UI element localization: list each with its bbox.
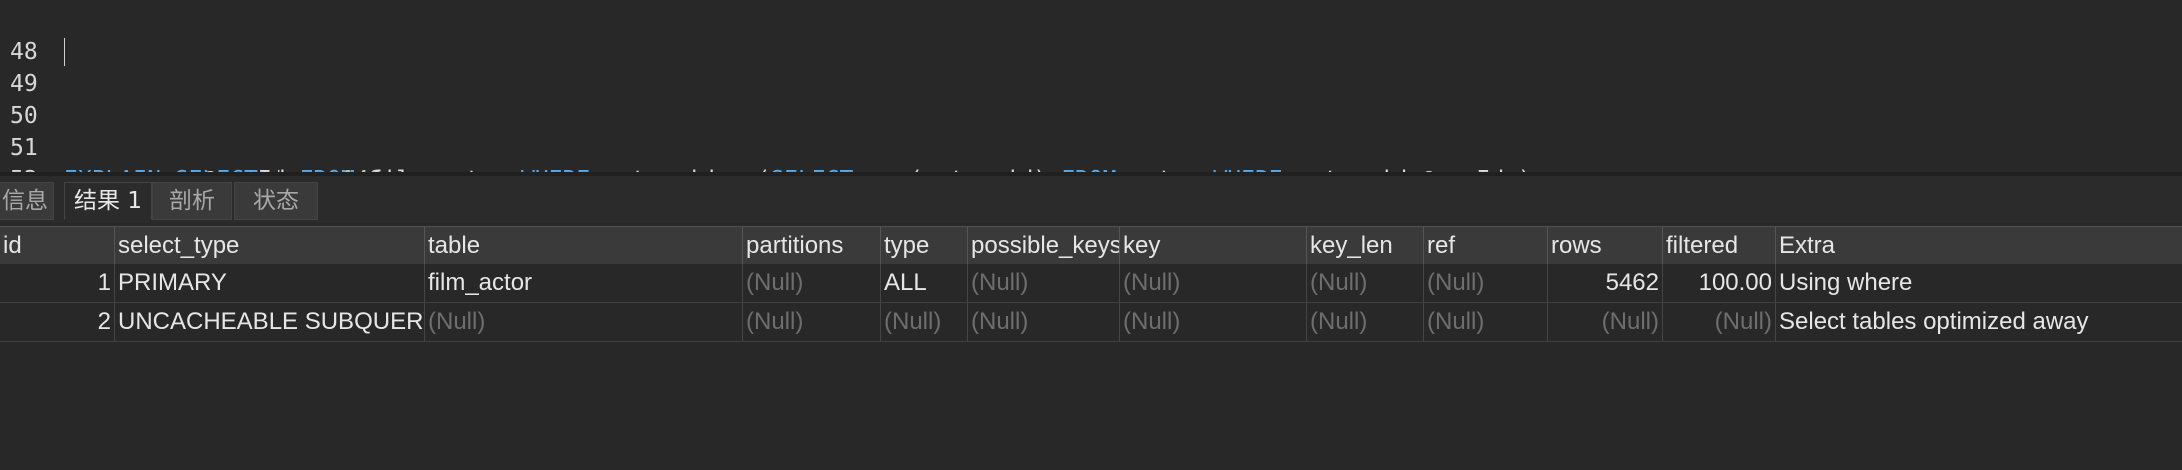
column-header[interactable]: key bbox=[1120, 227, 1307, 265]
cell-ref[interactable]: (Null) bbox=[1424, 303, 1548, 341]
cell-possible-keys[interactable]: (Null) bbox=[968, 264, 1120, 302]
cell-key[interactable]: (Null) bbox=[1120, 303, 1307, 341]
sql-editor[interactable]: 48 49 50 set @maxId := 140; 51 EXPLAIN S… bbox=[0, 0, 2182, 193]
column-header[interactable]: table bbox=[425, 227, 743, 265]
cell-type[interactable]: (Null) bbox=[881, 303, 968, 341]
cell-id[interactable]: 2 bbox=[0, 303, 115, 341]
column-header[interactable]: ref bbox=[1424, 227, 1548, 265]
editor-line: 50 set @maxId := 140; bbox=[0, 68, 2182, 193]
column-header[interactable]: Extra bbox=[1776, 227, 2182, 265]
result-tab-bar: 信息 结果 1 剖析 状态 bbox=[0, 172, 2182, 223]
cell-key-len[interactable]: (Null) bbox=[1307, 264, 1424, 302]
column-header[interactable]: id bbox=[0, 227, 115, 265]
cell-partitions[interactable]: (Null) bbox=[743, 264, 881, 302]
cell-partitions[interactable]: (Null) bbox=[743, 303, 881, 341]
cell-rows[interactable]: 5462 bbox=[1548, 264, 1663, 302]
tab-status[interactable]: 状态 bbox=[234, 182, 318, 220]
tab-result-1[interactable]: 结果 1 bbox=[64, 182, 152, 220]
column-header[interactable]: filtered bbox=[1663, 227, 1776, 265]
tab-profile[interactable]: 剖析 bbox=[152, 182, 232, 220]
cell-rows[interactable]: (Null) bbox=[1548, 303, 1663, 341]
cell-ref[interactable]: (Null) bbox=[1424, 264, 1548, 302]
text-caret bbox=[64, 38, 65, 66]
editor-line: 49 bbox=[0, 36, 2182, 97]
cell-extra[interactable]: Select tables optimized away bbox=[1776, 303, 2182, 341]
cell-possible-keys[interactable]: (Null) bbox=[968, 303, 1120, 341]
grid-header-row: id select_type table partitions type pos… bbox=[0, 226, 2182, 266]
column-header[interactable]: partitions bbox=[743, 227, 881, 265]
cell-key-len[interactable]: (Null) bbox=[1307, 303, 1424, 341]
column-header[interactable]: rows bbox=[1548, 227, 1663, 265]
cell-extra[interactable]: Using where bbox=[1776, 264, 2182, 302]
cell-filtered[interactable]: (Null) bbox=[1663, 303, 1776, 341]
cell-table[interactable]: film_actor bbox=[425, 264, 743, 302]
editor-line: 48 bbox=[0, 4, 2182, 65]
editor-line: 51 EXPLAIN SELECT * FROM film_actor WHER… bbox=[0, 100, 2182, 193]
column-header[interactable]: select_type bbox=[115, 227, 425, 265]
cell-key[interactable]: (Null) bbox=[1120, 264, 1307, 302]
column-header[interactable]: type bbox=[881, 227, 968, 265]
cell-filtered[interactable]: 100.00 bbox=[1663, 264, 1776, 302]
cell-select-type[interactable]: PRIMARY bbox=[115, 264, 425, 302]
table-row[interactable]: 1 PRIMARY film_actor (Null) ALL (Null) (… bbox=[0, 264, 2182, 303]
column-header[interactable]: possible_keys bbox=[968, 227, 1120, 265]
cell-id[interactable]: 1 bbox=[0, 264, 115, 302]
table-row[interactable]: 2 UNCACHEABLE SUBQUERY (Null) (Null) (Nu… bbox=[0, 303, 2182, 342]
column-header[interactable]: key_len bbox=[1307, 227, 1424, 265]
cell-table[interactable]: (Null) bbox=[425, 303, 743, 341]
cell-type[interactable]: ALL bbox=[881, 264, 968, 302]
editor-line: 52 bbox=[0, 132, 2182, 193]
cell-select-type[interactable]: UNCACHEABLE SUBQUERY bbox=[115, 303, 425, 341]
tab-info[interactable]: 信息 bbox=[0, 182, 54, 220]
